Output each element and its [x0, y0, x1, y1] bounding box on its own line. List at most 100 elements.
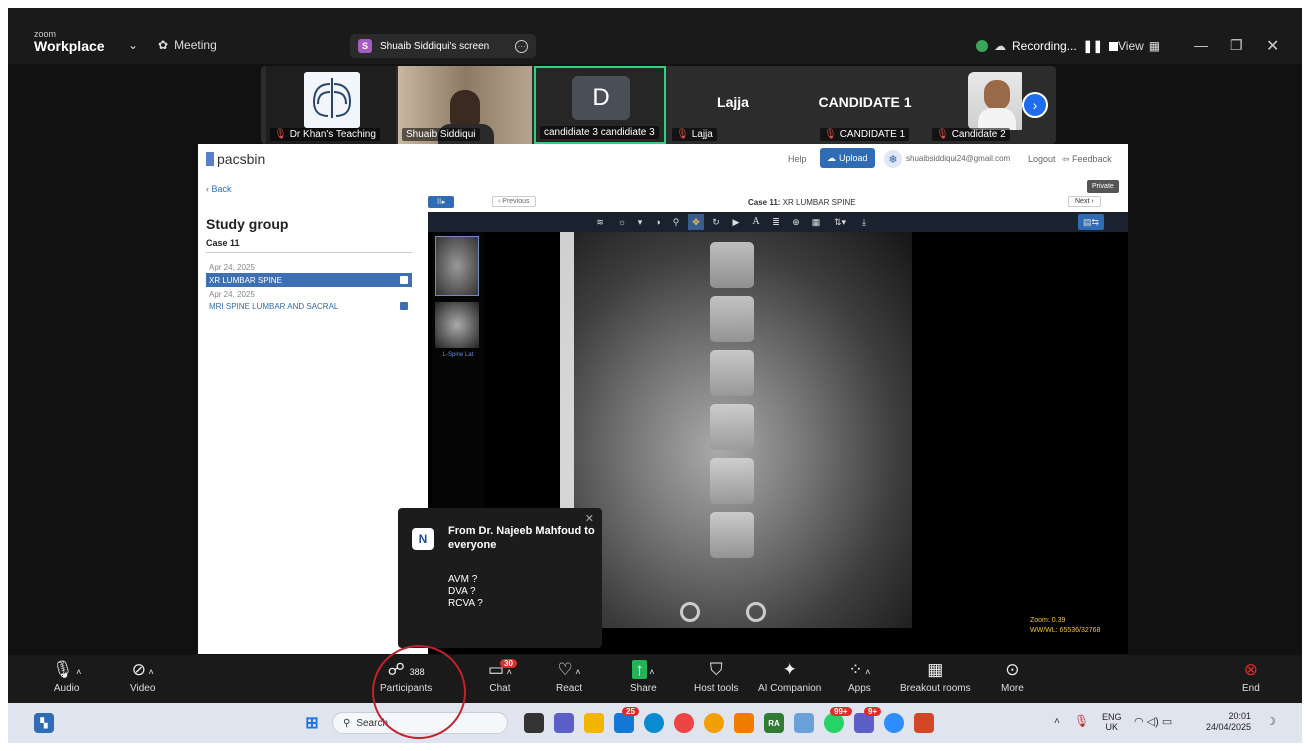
play-icon[interactable]: ▶	[728, 214, 744, 230]
next-button[interactable]: Next ›	[1068, 196, 1101, 207]
chevron-down-icon[interactable]: ⌄	[128, 38, 138, 52]
mail-icon[interactable]	[614, 713, 634, 733]
app-icon[interactable]	[734, 713, 754, 733]
crosshair-icon[interactable]: ⊕	[788, 214, 804, 230]
next-page-arrow-icon[interactable]: ›	[1022, 92, 1048, 118]
restore-icon[interactable]: ❐	[1230, 37, 1243, 54]
xray-image[interactable]	[560, 232, 912, 628]
vertebra	[710, 404, 754, 450]
avatar: D	[572, 76, 630, 120]
vertebra	[710, 242, 754, 288]
shared-screen-label: Shuaib Siddiqui's screen	[380, 40, 490, 52]
thumbnail-ap[interactable]	[435, 236, 479, 296]
audio-button[interactable]: 🎙 ˄ Audio	[52, 660, 82, 695]
mic-tray-icon[interactable]: 🎙	[1074, 714, 1089, 728]
chrome-alt-icon[interactable]	[704, 713, 724, 733]
windows-start-icon[interactable]: ⊞	[302, 713, 322, 733]
previous-button[interactable]: ‹ Previous	[492, 196, 536, 207]
contrast-icon[interactable]: ◑	[650, 214, 666, 230]
search-placeholder: Search	[356, 717, 389, 729]
user-email[interactable]: shuaibsiddiqui24@gmail.com	[906, 154, 1010, 163]
upload-button[interactable]: ☁ Upload	[820, 148, 875, 168]
participants-button[interactable]: ☍ 388 Participants	[380, 661, 432, 695]
notes-icon[interactable]: ≣	[768, 214, 784, 230]
video-tile-active-speaker[interactable]: D candidiate 3 candidiate 3	[534, 66, 666, 144]
ai-companion-button[interactable]: ✦ AI Companion	[758, 661, 821, 695]
view-button[interactable]: View ▦	[1118, 39, 1160, 53]
meeting-menu[interactable]: ✿ Meeting	[158, 38, 217, 52]
file-explorer-icon[interactable]	[584, 713, 604, 733]
video-tile[interactable]: Shuaib Siddiqui	[398, 66, 532, 144]
brand-big: Workplace	[34, 38, 105, 54]
annotate-text-icon[interactable]: A	[748, 214, 764, 230]
share-button[interactable]: ↑ ˄ Share	[630, 660, 657, 694]
grid-layout-icon[interactable]: ▦	[808, 214, 824, 230]
stop-icon[interactable]	[1108, 41, 1118, 51]
recording-indicator[interactable]: ☁ Recording... ❚❚	[976, 39, 1118, 53]
study-item-mri-spine[interactable]: MRI SPINE LUMBAR AND SACRAL	[206, 299, 412, 313]
clock[interactable]: 20:01 24/04/2025	[1206, 711, 1251, 733]
breakout-rooms-button[interactable]: ▦ Breakout rooms	[900, 661, 971, 695]
mic-off-icon: 🎙 ˄	[52, 660, 82, 679]
feedback-link[interactable]: ⇦ Feedback	[1062, 154, 1112, 165]
close-icon[interactable]: ✕	[1266, 36, 1279, 56]
edge-icon[interactable]	[644, 713, 664, 733]
more-options-icon[interactable]: ···	[515, 39, 528, 53]
teams-chat-icon[interactable]	[554, 713, 574, 733]
powerpoint-icon[interactable]	[914, 713, 934, 733]
shared-screen-pill[interactable]: S Shuaib Siddiqui's screen ···	[350, 34, 536, 58]
whatsapp-icon[interactable]	[824, 713, 844, 733]
private-badge[interactable]: Private	[1087, 180, 1119, 193]
brightness-icon[interactable]: ☼	[614, 214, 630, 230]
chat-button[interactable]: ▭ ˄ Chat 30	[488, 659, 517, 694]
zoom-taskbar-icon[interactable]	[884, 713, 904, 733]
apps-button[interactable]: ⁘ ˄ Apps	[848, 661, 871, 695]
wifi-sound-battery-icons[interactable]: ◠ ◁) ▭	[1134, 715, 1172, 728]
logout-link[interactable]: Logout	[1028, 154, 1056, 164]
open-icon[interactable]	[400, 276, 408, 284]
react-button[interactable]: ♡ ˄ React	[556, 661, 582, 695]
layout-toggle-icon[interactable]: ⠿▸	[428, 196, 454, 208]
language-indicator[interactable]: ENG UK	[1102, 712, 1122, 732]
chat-notification[interactable]: ✕ N From Dr. Najeeb Mahfoud to everyone …	[398, 508, 602, 648]
zoom-window: zoom Workplace ⌄ ✿ Meeting S Shuaib Sidd…	[8, 8, 1302, 743]
layers-icon[interactable]: ≋	[592, 214, 608, 230]
teams-icon[interactable]	[854, 713, 874, 733]
chrome-icon[interactable]	[674, 713, 694, 733]
widgets-icon[interactable]: ▚	[34, 713, 54, 733]
minimize-icon[interactable]: —	[1194, 37, 1208, 53]
feedback-icon: ⇦	[1062, 154, 1073, 164]
notification-moon-icon[interactable]: ☽	[1266, 715, 1276, 728]
video-tile[interactable]: CANDIDATE 1 🎙 CANDIDATE 1	[800, 66, 930, 144]
open-icon[interactable]	[400, 302, 408, 310]
thumbnail-lat[interactable]	[435, 302, 479, 348]
chevron-down-icon[interactable]: ▾	[632, 214, 648, 230]
network-app-icon[interactable]	[794, 713, 814, 733]
video-tile[interactable]: 🎙 Dr Khan's Teaching	[266, 66, 396, 144]
more-button[interactable]: ⊙ More	[1001, 661, 1024, 695]
study-item-xr-lumbar[interactable]: XR LUMBAR SPINE	[206, 273, 412, 287]
help-link[interactable]: Help	[788, 154, 807, 164]
video-tile[interactable]: Lajja 🎙 Lajja	[668, 66, 798, 144]
search-box[interactable]: ⚲ Search	[332, 712, 508, 734]
video-button[interactable]: ⊘ ˄ Video	[130, 661, 155, 695]
user-avatar-icon[interactable]: ❄	[884, 150, 902, 168]
cloud-icon: ☁	[994, 39, 1006, 53]
end-button[interactable]: ⊗ End	[1242, 661, 1260, 695]
info-panel-icon[interactable]: ▤⇆	[1078, 214, 1104, 230]
host-tools-button[interactable]: ⛉ Host tools	[694, 661, 738, 695]
pause-icon[interactable]: ❚❚	[1083, 39, 1103, 53]
pacsbin-logo[interactable]: pacsbin	[206, 151, 265, 167]
video-tile[interactable]: 🎙 Candidate 2	[932, 66, 1022, 144]
ra-app-icon[interactable]: RA	[764, 713, 784, 733]
tile-display-name: CANDIDATE 1	[818, 94, 912, 110]
task-view-icon[interactable]	[524, 713, 544, 733]
sort-icon[interactable]: ⇅▾	[828, 214, 852, 230]
chevron-up-icon[interactable]: ˄	[1054, 716, 1060, 727]
pan-tool-icon[interactable]: ✥	[688, 214, 704, 230]
download-icon[interactable]: ⤓	[856, 214, 872, 230]
rotate-icon[interactable]: ↻	[708, 214, 724, 230]
back-link[interactable]: ‹ Back	[206, 184, 232, 194]
chat-badge: 30	[500, 659, 517, 668]
zoom-tool-icon[interactable]: ⚲	[668, 214, 684, 230]
